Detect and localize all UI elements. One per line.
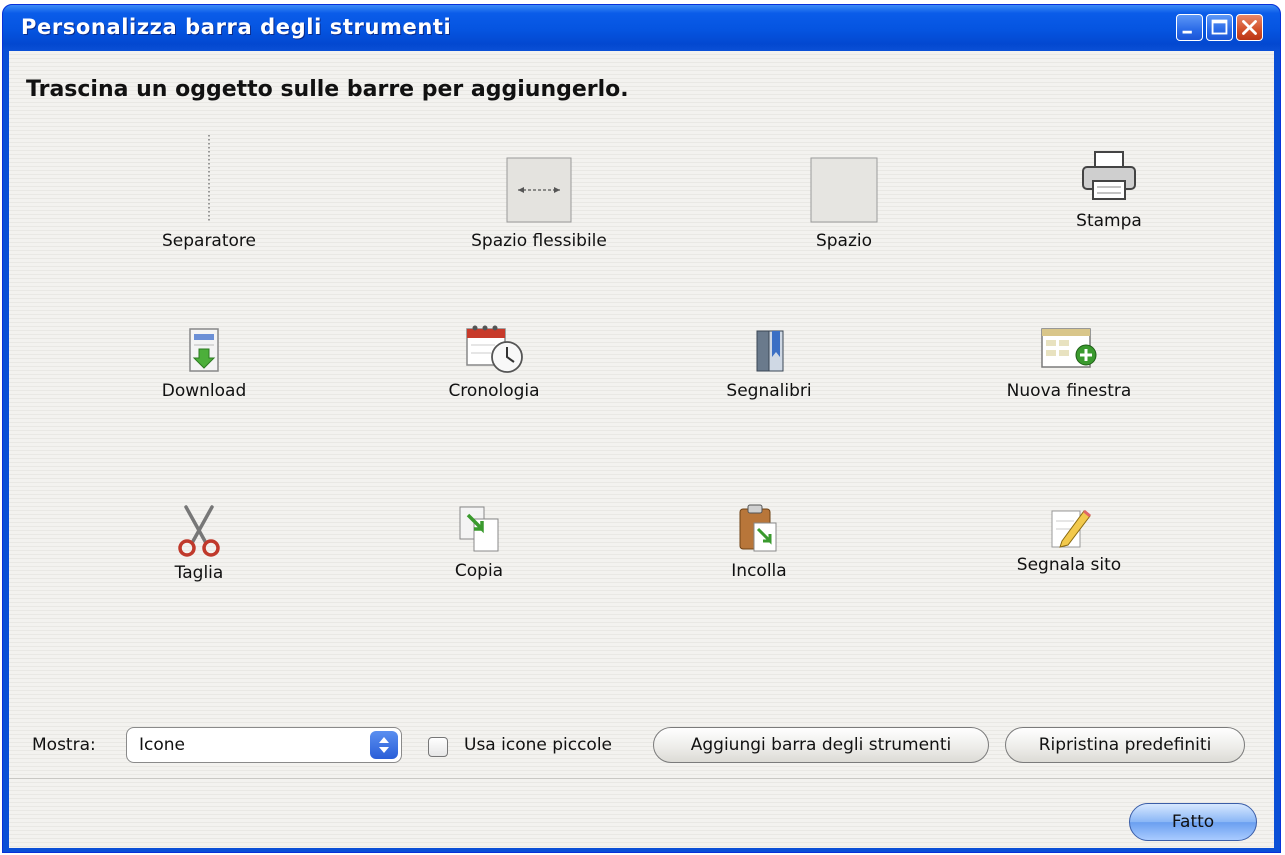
- add-toolbar-button[interactable]: Aggiungi barra degli strumenti: [653, 727, 989, 763]
- palette-item-download[interactable]: Download: [139, 327, 269, 401]
- maximize-icon: [1211, 19, 1228, 35]
- scissors-icon: [178, 505, 220, 557]
- palette-item-new-window[interactable]: Nuova finestra: [989, 325, 1149, 401]
- item-label: Segnalibri: [726, 381, 812, 401]
- palette-item-copy[interactable]: Copia: [414, 503, 544, 581]
- footer-divider: [9, 778, 1274, 779]
- item-label: Download: [161, 381, 247, 401]
- customize-toolbar-dialog: Personalizza barra degli strumenti Trasc…: [2, 4, 1281, 853]
- window-title: Personalizza barra degli strumenti: [21, 15, 452, 39]
- small-icons-checkbox[interactable]: [428, 737, 448, 757]
- show-label: Mostra:: [32, 735, 96, 755]
- history-icon: [466, 325, 523, 373]
- item-label: Segnala sito: [1016, 555, 1122, 575]
- palette-item-separator[interactable]: Separatore: [144, 133, 274, 251]
- palette-item-cut[interactable]: Taglia: [139, 503, 259, 583]
- palette-item-history[interactable]: Cronologia: [419, 325, 569, 401]
- instructions-heading: Trascina un oggetto sulle barre per aggi…: [26, 77, 629, 102]
- select-arrows-icon: [370, 731, 398, 759]
- palette-item-report-site[interactable]: Segnala sito: [994, 503, 1144, 575]
- dialog-body: Trascina un oggetto sulle barre per aggi…: [9, 51, 1274, 848]
- item-label: Incolla: [731, 561, 787, 581]
- space-icon: [810, 157, 878, 223]
- item-label: Stampa: [1076, 211, 1142, 231]
- palette-item-paste[interactable]: Incolla: [699, 503, 819, 581]
- palette-item-flexible-space[interactable]: Spazio flessibile: [449, 157, 629, 251]
- report-site-icon: [1051, 509, 1091, 548]
- done-button[interactable]: Fatto: [1129, 803, 1257, 841]
- small-icons-label: Usa icone piccole: [464, 735, 613, 755]
- copy-icon: [459, 506, 499, 552]
- bookmarks-icon: [756, 330, 784, 372]
- item-label: Cronologia: [448, 381, 540, 401]
- minimize-icon: [1182, 30, 1192, 34]
- paste-icon: [739, 504, 777, 552]
- item-label: Copia: [454, 561, 504, 581]
- flexible-space-icon: [506, 157, 572, 223]
- download-icon: [189, 328, 219, 372]
- close-icon: [1242, 20, 1257, 35]
- new-window-icon: [1041, 328, 1097, 368]
- palette-item-bookmarks[interactable]: Segnalibri: [709, 327, 829, 401]
- title-bar[interactable]: Personalizza barra degli strumenti: [3, 5, 1280, 51]
- show-mode-select[interactable]: Icone: [126, 727, 402, 763]
- item-label: Taglia: [174, 563, 224, 583]
- palette-item-print[interactable]: Stampa: [1049, 149, 1169, 231]
- separator-icon: [208, 135, 210, 221]
- printer-icon: [1082, 151, 1136, 200]
- item-label: Spazio: [815, 231, 873, 251]
- palette-item-space[interactable]: Spazio: [784, 157, 904, 251]
- item-label: Separatore: [161, 231, 256, 251]
- maximize-button[interactable]: [1206, 14, 1233, 41]
- close-button[interactable]: [1236, 14, 1263, 41]
- item-label: Spazio flessibile: [471, 231, 607, 251]
- minimize-button[interactable]: [1176, 14, 1203, 41]
- restore-defaults-button[interactable]: Ripristina predefiniti: [1005, 727, 1245, 763]
- item-label: Nuova finestra: [1006, 381, 1132, 401]
- show-mode-value: Icone: [139, 735, 185, 755]
